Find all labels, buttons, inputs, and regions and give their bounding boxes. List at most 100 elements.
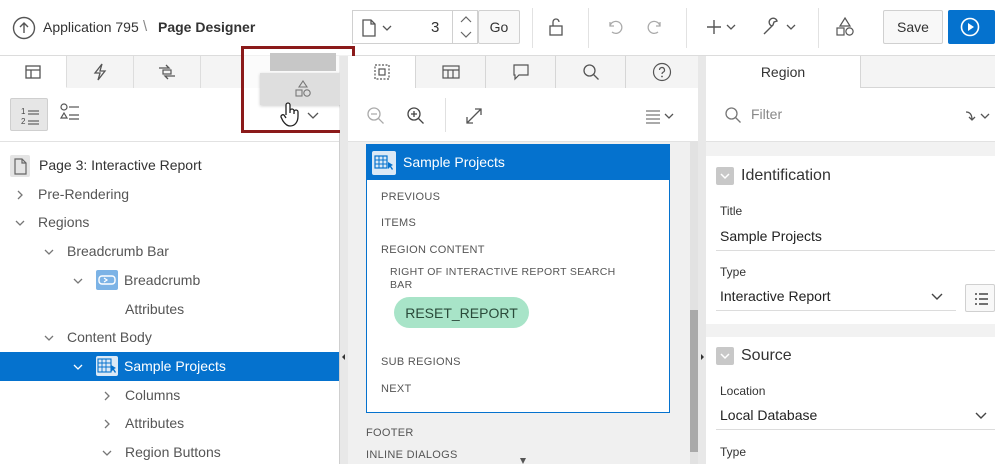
tree-node[interactable]: Pre-Rendering xyxy=(0,180,339,209)
chevron-right-icon[interactable] xyxy=(101,390,113,402)
tree-node-label: Page 3: Interactive Report xyxy=(39,157,202,173)
chevron-right-icon[interactable] xyxy=(14,189,26,201)
tab-messages[interactable] xyxy=(486,56,556,88)
tab-help[interactable] xyxy=(626,56,698,88)
source-section-header[interactable]: Source xyxy=(706,337,995,375)
svg-text:2: 2 xyxy=(21,117,26,126)
collapse-toggle[interactable] xyxy=(716,347,734,365)
redo-icon[interactable] xyxy=(644,16,666,38)
chevron-down-icon[interactable] xyxy=(72,361,84,373)
toolbar-divider xyxy=(588,8,589,48)
tab-region[interactable]: Region xyxy=(706,56,861,88)
shared-components-tab-active[interactable] xyxy=(270,53,336,71)
unlock-icon[interactable] xyxy=(545,16,567,38)
source-type-label: Type xyxy=(720,445,747,459)
page-selector: 3 xyxy=(352,10,478,44)
shared-components-icon[interactable] xyxy=(834,16,856,38)
identification-section-header[interactable]: Identification xyxy=(706,157,995,195)
tree-node-label: Columns xyxy=(125,386,181,403)
tab-processing[interactable] xyxy=(134,56,201,88)
tab-rendering[interactable] xyxy=(0,56,67,88)
right-splitter[interactable] xyxy=(698,56,706,464)
component-view-icon[interactable] xyxy=(58,100,82,124)
zoom-in-icon[interactable] xyxy=(406,106,426,126)
slot-items: ITEMS xyxy=(381,217,417,229)
zoom-out-icon[interactable] xyxy=(366,106,386,126)
chevron-down-icon[interactable] xyxy=(101,447,113,459)
canvas-scrollbar[interactable] xyxy=(690,142,698,464)
toolbar-divider xyxy=(445,98,446,132)
slot-sub-regions: SUB REGIONS xyxy=(381,356,461,368)
page-number-input[interactable]: 3 xyxy=(431,19,439,36)
undo-icon[interactable] xyxy=(604,16,626,38)
tree-node-label: Content Body xyxy=(67,329,152,346)
tree-node[interactable]: Region Buttons xyxy=(0,438,339,464)
rendering-icon xyxy=(25,64,41,79)
tree-node-label: Pre-Rendering xyxy=(38,185,130,202)
play-icon xyxy=(960,17,980,37)
filter-bar xyxy=(706,88,995,142)
grouped-view-button[interactable]: 12 xyxy=(10,98,48,131)
help-icon xyxy=(652,62,672,82)
scrollbar-thumb[interactable] xyxy=(690,310,698,452)
tree-node-label: Attributes xyxy=(125,415,185,432)
slot-inline-dialogs: INLINE DIALOGS xyxy=(366,449,458,461)
tree-node[interactable]: Regions xyxy=(0,208,339,237)
menu-icon[interactable] xyxy=(644,106,678,126)
type-select[interactable]: Interactive Report xyxy=(720,288,831,304)
tree-node[interactable]: Breadcrumb Bar xyxy=(0,237,339,266)
run-page-button[interactable] xyxy=(948,10,995,44)
expand-icon[interactable] xyxy=(464,106,484,126)
region-card-title: Sample Projects xyxy=(403,154,505,170)
tree-node[interactable]: Attributes xyxy=(0,295,339,324)
reset-report-button[interactable]: RESET_REPORT xyxy=(394,297,529,328)
title-input[interactable]: Sample Projects xyxy=(720,228,822,244)
filter-input[interactable]: Filter xyxy=(751,106,782,122)
tree-node[interactable]: Columns xyxy=(0,381,339,410)
tab-layout[interactable] xyxy=(348,56,416,88)
tree-node[interactable]: Attributes xyxy=(0,409,339,438)
application-link[interactable]: Application 795 xyxy=(43,19,139,35)
chevron-down-icon[interactable] xyxy=(43,246,55,258)
speech-bubble-icon xyxy=(512,64,529,81)
chevron-down-icon[interactable] xyxy=(43,332,55,344)
region-card-header[interactable]: Sample Projects xyxy=(367,145,669,180)
page-stepper[interactable] xyxy=(452,11,478,43)
chevron-right-icon[interactable] xyxy=(101,418,113,430)
location-label: Location xyxy=(720,384,766,398)
chevron-down-icon[interactable] xyxy=(381,22,393,34)
tree-node[interactable]: Sample Projects xyxy=(0,351,339,381)
shared-components-icon xyxy=(293,79,313,99)
save-button[interactable]: Save xyxy=(883,10,943,44)
chevron-down-icon[interactable] xyxy=(930,291,944,303)
page-icon xyxy=(10,155,30,177)
tree-node-label: Attributes xyxy=(125,300,185,317)
chevron-down-icon[interactable] xyxy=(14,217,26,229)
go-button[interactable]: Go xyxy=(478,10,520,44)
tab-dynamic-actions[interactable] xyxy=(67,56,134,88)
location-select[interactable]: Local Database xyxy=(720,407,817,423)
type-list-button[interactable] xyxy=(965,284,995,312)
page-title: Page Designer xyxy=(158,19,256,35)
left-splitter[interactable] xyxy=(340,56,348,464)
property-gap xyxy=(706,142,995,156)
shared-components-dropdown[interactable] xyxy=(260,73,346,105)
tree-node[interactable]: Page 3: Interactive Report xyxy=(0,151,339,180)
go-to-group-icon[interactable] xyxy=(964,106,994,126)
tree-node-label: Breadcrumb Bar xyxy=(67,243,169,260)
collapse-toggle[interactable] xyxy=(716,167,734,185)
chevron-down-icon[interactable] xyxy=(72,275,84,287)
tree-node[interactable]: Breadcrumb xyxy=(0,266,339,295)
utilities-wrench-icon[interactable] xyxy=(760,16,798,38)
app-home-icon[interactable] xyxy=(12,16,36,40)
tree-node[interactable]: Content Body xyxy=(0,323,339,352)
page-icon[interactable] xyxy=(361,19,377,37)
chevron-down-icon[interactable] xyxy=(974,410,988,422)
tab-gallery[interactable] xyxy=(416,56,486,88)
slot-previous: PREVIOUS xyxy=(381,191,441,203)
add-icon[interactable] xyxy=(704,16,738,38)
chevron-down-icon[interactable] xyxy=(306,109,320,121)
svg-text:1: 1 xyxy=(21,107,26,116)
region-card[interactable]: Sample Projects PREVIOUS ITEMS REGION CO… xyxy=(366,144,670,413)
tab-search[interactable] xyxy=(556,56,626,88)
